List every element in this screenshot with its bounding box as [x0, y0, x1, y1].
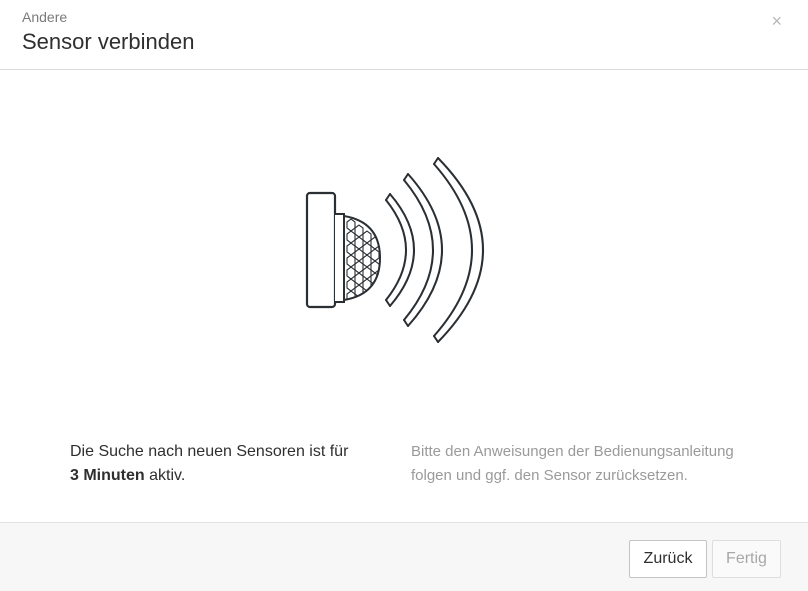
dialog-footer: Zurück Fertig	[0, 522, 808, 591]
close-icon[interactable]: ×	[771, 12, 782, 30]
search-duration: 3 Minuten	[70, 467, 145, 484]
dialog-header: Andere Sensor verbinden ×	[0, 0, 808, 70]
search-status-suffix: aktiv.	[144, 467, 186, 484]
search-status-line: Die Suche nach neuen Sensoren ist für	[70, 443, 349, 460]
dialog-title: Sensor verbinden	[22, 29, 195, 54]
connect-sensor-dialog: Andere Sensor verbinden × Die Suche nach…	[0, 0, 808, 591]
back-button[interactable]: Zurück	[629, 540, 707, 578]
instruction-hint-text: Bitte den Anweisungen der Bedienungsanle…	[411, 443, 734, 484]
motion-sensor-with-signal-waves-icon	[298, 150, 508, 350]
done-button[interactable]: Fertig	[712, 540, 781, 578]
search-status-text: Die Suche nach neuen Sensoren ist für 3 …	[70, 440, 380, 488]
dialog-subtitle: Andere	[22, 9, 68, 25]
